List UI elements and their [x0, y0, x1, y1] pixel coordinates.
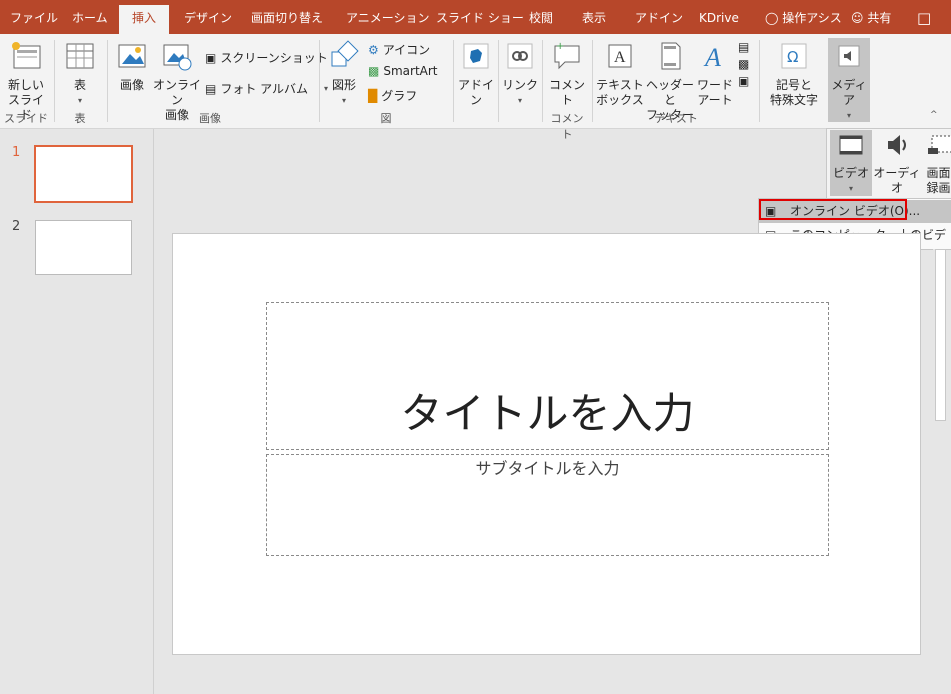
- tab-home[interactable]: ホーム: [72, 0, 108, 34]
- tab-addins[interactable]: アドイン: [635, 0, 683, 34]
- tab-animations[interactable]: アニメーション: [346, 0, 430, 34]
- separator: [498, 40, 499, 122]
- table-icon: [66, 43, 94, 69]
- wordart-button[interactable]: A ワード アート: [695, 40, 735, 108]
- table-button[interactable]: 表 ▾: [62, 40, 98, 108]
- group-label-illustrations: 図: [380, 112, 392, 125]
- highlight-box: [759, 199, 907, 220]
- addins-button[interactable]: アドイ ン: [458, 40, 494, 108]
- share-button[interactable]: ☺ 共有: [851, 0, 891, 34]
- tab-kdrive[interactable]: KDrive: [699, 0, 739, 34]
- screenshot-button[interactable]: ▣ スクリーンショット ▾: [205, 49, 336, 66]
- group-label-table: 表: [74, 112, 86, 125]
- smartart-icon: ▩: [368, 64, 380, 78]
- slide-number-icon[interactable]: ▩: [738, 57, 749, 71]
- omega-icon: Ω: [781, 43, 807, 69]
- comment-button[interactable]: + コメント: [546, 40, 588, 108]
- group-label-slides: スライド: [4, 112, 48, 125]
- separator: [759, 40, 760, 122]
- thumbnail-number: 2: [12, 219, 21, 234]
- object-icon[interactable]: ▣: [738, 74, 749, 88]
- screen-recording-icon: [928, 135, 951, 154]
- smartart-button[interactable]: ▩ SmartArt: [368, 64, 438, 78]
- subtitle-placeholder-text: サブタイトルを入力: [475, 459, 620, 478]
- chart-icon: █: [368, 88, 378, 103]
- comment-icon: +: [554, 41, 580, 70]
- chevron-down-icon: ▾: [517, 96, 522, 105]
- comments-icon[interactable]: □: [917, 0, 931, 34]
- chevron-down-icon: ▾: [846, 111, 851, 120]
- shapes-icon: [331, 40, 359, 67]
- separator: [542, 40, 543, 122]
- tab-file[interactable]: ファイル: [10, 0, 58, 34]
- slide-thumbnail-1[interactable]: [34, 145, 133, 203]
- picture-button[interactable]: 画像: [114, 40, 150, 93]
- icons-button[interactable]: ⚙ アイコン: [368, 41, 430, 58]
- speaker-icon: [838, 45, 860, 67]
- svg-text:A: A: [703, 43, 721, 72]
- photo-album-icon: ▤: [205, 81, 217, 96]
- shapes-button[interactable]: 図形 ▾: [326, 40, 362, 108]
- textbox-button[interactable]: A テキスト ボックス: [596, 40, 644, 108]
- group-label-comments: コメント: [550, 112, 584, 141]
- group-label-text: テキスト: [654, 112, 698, 125]
- text-small-buttons: ▤ ▩ ▣: [738, 40, 749, 88]
- icons-icon: ⚙: [368, 42, 379, 57]
- screenshot-icon: ▣: [205, 50, 217, 65]
- svg-text:A: A: [614, 49, 626, 66]
- separator: [453, 40, 454, 122]
- collapse-ribbon-icon[interactable]: ^: [930, 110, 938, 120]
- tab-review[interactable]: 校閲: [529, 0, 553, 34]
- svg-text:+: +: [556, 41, 564, 52]
- vertical-scrollbar[interactable]: [933, 249, 946, 689]
- separator: [107, 40, 108, 122]
- lightbulb-icon: ◯: [765, 11, 779, 25]
- symbols-button[interactable]: Ω 記号と 特殊文字: [763, 40, 825, 108]
- film-icon: [839, 135, 863, 155]
- new-slide-icon: [12, 42, 41, 69]
- media-button[interactable]: メディア ▾: [828, 38, 870, 122]
- link-button[interactable]: リンク ▾: [502, 40, 538, 108]
- chart-button[interactable]: █ グラフ: [368, 87, 417, 104]
- title-placeholder[interactable]: タイトルを入力: [266, 302, 829, 450]
- date-time-icon[interactable]: ▤: [738, 40, 749, 54]
- separator: [54, 40, 55, 122]
- picture-icon: [118, 44, 146, 68]
- scrollbar-thumb[interactable]: [935, 249, 946, 421]
- chevron-down-icon: ▾: [848, 184, 853, 193]
- tab-view[interactable]: 表示: [582, 0, 606, 34]
- thumbnail-number: 1: [12, 145, 21, 160]
- ribbon-tab-bar: ファイル ホーム 挿入 デザイン 画面切り替え アニメーション スライド ショー…: [0, 0, 951, 34]
- subtitle-placeholder[interactable]: サブタイトルを入力: [266, 454, 829, 556]
- header-footer-icon: [661, 42, 681, 70]
- group-label-images: 画像: [199, 112, 221, 125]
- tab-design[interactable]: デザイン: [184, 0, 232, 34]
- separator: [319, 40, 320, 122]
- speaker-icon: [888, 135, 906, 155]
- slide-canvas: タイトルを入力 サブタイトルを入力: [172, 233, 921, 655]
- tab-insert[interactable]: 挿入: [119, 5, 169, 34]
- wordart-icon: A: [703, 43, 721, 72]
- tab-transitions[interactable]: 画面切り替え: [251, 0, 323, 34]
- slide-thumbnail-pane: [0, 129, 154, 694]
- link-icon: [507, 43, 533, 69]
- screen-recording-button[interactable]: 画面 録画: [926, 130, 951, 196]
- photo-album-button[interactable]: ▤ フォト アルバム ▾: [205, 80, 328, 97]
- title-placeholder-text: タイトルを入力: [400, 389, 695, 438]
- chevron-down-icon: ▾: [341, 96, 346, 105]
- chevron-down-icon: ▾: [77, 96, 82, 105]
- svg-text:Ω: Ω: [787, 48, 798, 66]
- person-icon: ☺: [851, 11, 864, 25]
- textbox-icon: A: [608, 44, 632, 68]
- tell-me-box[interactable]: ◯ 操作アシス: [765, 0, 842, 34]
- tab-slideshow[interactable]: スライド ショー: [436, 0, 524, 34]
- addins-icon: [463, 43, 489, 69]
- video-button[interactable]: ビデオ ▾: [830, 130, 872, 196]
- separator: [592, 40, 593, 122]
- slide-thumbnail-2[interactable]: [35, 220, 132, 275]
- online-picture-icon: [163, 44, 192, 71]
